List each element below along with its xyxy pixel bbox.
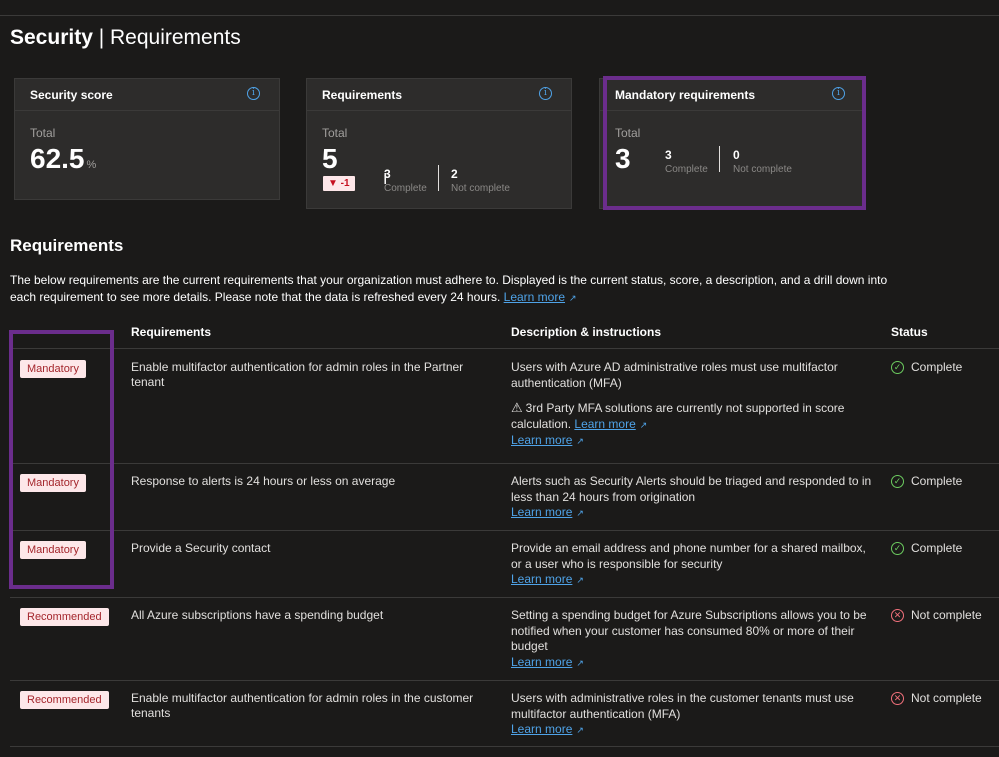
total-label: Total: [322, 126, 348, 140]
x-circle-icon: ✕: [891, 608, 904, 622]
recommended-badge: Recommended: [20, 608, 109, 626]
requirement-name: Response to alerts is 24 hours or less o…: [131, 474, 396, 488]
card-divider: [307, 110, 571, 111]
recommended-badge: Recommended: [20, 691, 109, 709]
status-cell: ✓ Complete: [891, 360, 962, 374]
external-link-icon: ↗: [576, 575, 584, 585]
page-title-main: Security: [10, 26, 93, 49]
section-title: Requirements: [10, 236, 124, 255]
requirement-description: Alerts such as Security Alerts should be…: [511, 474, 876, 522]
row-divider: [10, 530, 999, 531]
external-link-icon: ↗: [569, 293, 577, 303]
learn-more-link[interactable]: Learn more: [511, 505, 572, 519]
learn-more-link[interactable]: Learn more: [511, 433, 572, 447]
card-divider: [15, 110, 279, 111]
not-complete-label: Not complete: [451, 183, 510, 194]
page-title-sub: Requirements: [110, 26, 241, 49]
learn-more-link[interactable]: Learn more: [574, 417, 635, 431]
row-divider: [10, 597, 999, 598]
warning-text: 3rd Party MFA solutions are currently no…: [511, 401, 845, 431]
card-title: Requirements: [322, 88, 403, 102]
info-icon[interactable]: i: [247, 87, 260, 100]
column-header-status[interactable]: Status: [891, 325, 928, 339]
security-score-card: Security score i Total 62.5%: [14, 78, 280, 200]
learn-more-link[interactable]: Learn more: [511, 655, 572, 669]
requirement-description: Provide an email address and phone numbe…: [511, 541, 876, 589]
score-unit: %: [86, 159, 97, 171]
text-cursor-icon: I: [383, 171, 388, 188]
warning-icon: ⚠: [511, 400, 523, 415]
complete-stat: 3 Complete: [384, 167, 427, 194]
column-header-description[interactable]: Description & instructions: [511, 325, 661, 339]
status-cell: ✕ Not complete: [891, 691, 982, 705]
requirement-name: Enable multifactor authentication for ad…: [131, 360, 464, 389]
description-text: Setting a spending budget for Azure Subs…: [511, 608, 867, 653]
row-divider: [10, 463, 999, 464]
requirement-description: Users with administrative roles in the c…: [511, 691, 876, 739]
status-text: Not complete: [911, 608, 982, 622]
requirements-card: Requirements i Total 5 ▼ -1 3 Complete I…: [306, 78, 572, 209]
description-text: Users with Azure AD administrative roles…: [511, 360, 838, 390]
row-divider: [10, 680, 999, 681]
requirement-name: Provide a Security contact: [131, 541, 271, 555]
requirement-description: Users with Azure AD administrative roles…: [511, 360, 876, 450]
description-text: Alerts such as Security Alerts should be…: [511, 474, 872, 504]
check-circle-icon: ✓: [891, 541, 904, 555]
complete-count: 3: [384, 167, 391, 181]
status-text: Not complete: [911, 691, 982, 705]
not-complete-count: 2: [451, 167, 458, 181]
status-text: Complete: [911, 360, 963, 374]
status-cell: ✓ Complete: [891, 541, 962, 555]
external-link-icon: ↗: [576, 657, 584, 668]
requirements-total-value: 5: [322, 143, 338, 174]
external-link-icon: ↗: [576, 436, 584, 446]
warning-note: ⚠ 3rd Party MFA solutions are currently n…: [511, 400, 876, 433]
card-title: Security score: [30, 88, 113, 102]
status-text: Complete: [911, 474, 963, 488]
requirement-name: All Azure subscriptions have a spending …: [131, 608, 384, 622]
stat-divider: [438, 165, 439, 191]
requirement-name: Enable multifactor authentication for ad…: [131, 691, 474, 720]
requirement-description: Setting a spending budget for Azure Subs…: [511, 608, 876, 671]
learn-more-link[interactable]: Learn more: [511, 572, 572, 586]
external-link-icon: ↗: [639, 419, 648, 430]
total-label: Total: [30, 126, 56, 140]
page-title: Security | Requirements: [10, 26, 241, 50]
learn-more-link[interactable]: Learn more: [511, 722, 572, 736]
mandatory-badges-highlight: [9, 330, 114, 589]
external-link-icon: ↗: [576, 508, 584, 518]
not-complete-stat: 2 Not complete: [451, 167, 510, 194]
complete-label: Complete: [384, 183, 427, 194]
check-circle-icon: ✓: [891, 474, 904, 488]
check-circle-icon: ✓: [891, 360, 904, 374]
x-circle-icon: ✕: [891, 691, 904, 705]
external-link-icon: ↗: [576, 725, 584, 735]
description-text: The below requirements are the current r…: [10, 273, 888, 304]
description-text: Provide an email address and phone numbe…: [511, 541, 866, 571]
description-text: Users with administrative roles in the c…: [511, 691, 854, 721]
top-divider: [0, 15, 999, 16]
page-title-separator: |: [92, 26, 110, 49]
row-divider: [10, 746, 999, 747]
status-cell: ✕ Not complete: [891, 608, 982, 622]
learn-more-link[interactable]: Learn more: [504, 290, 565, 304]
section-description: The below requirements are the current r…: [10, 272, 910, 307]
info-icon[interactable]: i: [539, 87, 552, 100]
header-divider: [10, 348, 999, 349]
status-text: Complete: [911, 541, 963, 555]
security-score-value: 62.5%: [30, 143, 97, 174]
mandatory-card-highlight: [603, 76, 866, 210]
trend-badge: ▼ -1: [323, 176, 355, 191]
column-header-requirements[interactable]: Requirements: [131, 325, 211, 339]
status-cell: ✓ Complete: [891, 474, 962, 488]
